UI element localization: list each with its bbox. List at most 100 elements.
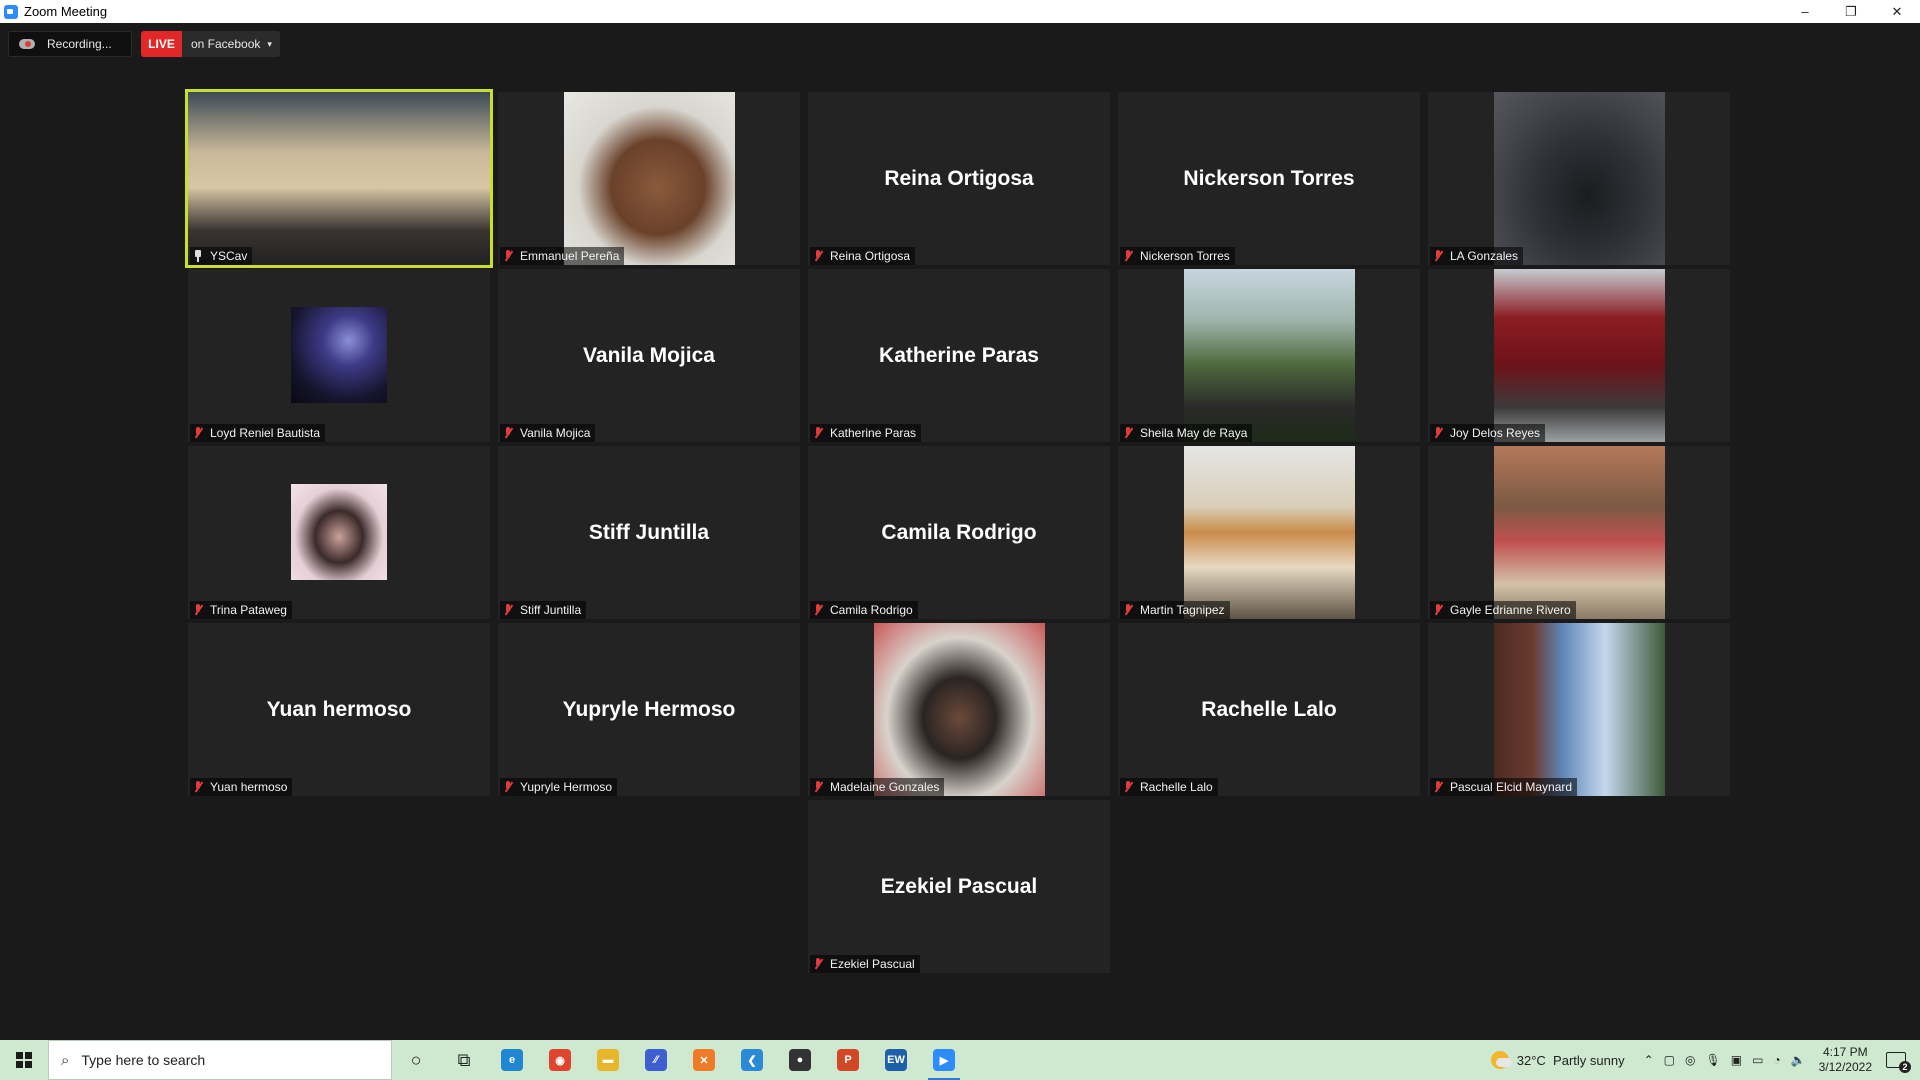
meet-icon[interactable]: ◎ bbox=[1685, 1053, 1695, 1067]
participant-name: Trina Pataweg bbox=[210, 603, 287, 617]
participant-tile[interactable]: Gayle Edrianne Rivero bbox=[1428, 446, 1730, 619]
participant-name-label: Gayle Edrianne Rivero bbox=[1430, 601, 1576, 619]
weather-widget[interactable]: 32°C Partly sunny bbox=[1490, 1051, 1625, 1069]
participant-tile[interactable]: Sheila May de Raya bbox=[1118, 269, 1420, 442]
minimize-button[interactable]: – bbox=[1782, 0, 1828, 23]
participant-tile[interactable]: LA Gonzales bbox=[1428, 92, 1730, 265]
participant-tile[interactable]: Pascual Elcid Maynard bbox=[1428, 623, 1730, 796]
notification-icon[interactable]: 2 bbox=[1886, 1052, 1911, 1073]
participant-name: Pascual Elcid Maynard bbox=[1450, 780, 1573, 794]
participant-video bbox=[1494, 623, 1665, 796]
participant-name-label: Stiff Juntilla bbox=[500, 601, 587, 619]
participant-video bbox=[1494, 269, 1665, 442]
close-button[interactable]: ✕ bbox=[1874, 0, 1920, 23]
live-target-label: on Facebook bbox=[191, 37, 261, 51]
participant-name: Gayle Edrianne Rivero bbox=[1450, 603, 1571, 617]
participant-name: Yupryle Hermoso bbox=[520, 780, 613, 794]
chevron-down-icon: ▾ bbox=[267, 38, 272, 49]
wifi-icon[interactable]: ◔ bbox=[1773, 1053, 1780, 1067]
participant-tile[interactable]: Ezekiel Pascual Ezekiel Pascual bbox=[808, 800, 1110, 973]
participant-tile[interactable]: Nickerson Torres Nickerson Torres bbox=[1118, 92, 1420, 265]
participant-tile[interactable]: Martin Tagnipez bbox=[1118, 446, 1420, 619]
volume-icon[interactable]: 🔈 bbox=[1791, 1053, 1806, 1067]
edge-icon: e bbox=[501, 1049, 523, 1071]
participant-tile[interactable]: Yupryle Hermoso Yupryle Hermoso bbox=[498, 623, 800, 796]
microphone-muted-icon bbox=[503, 250, 513, 262]
start-button[interactable] bbox=[0, 1040, 48, 1080]
microphone-muted-icon bbox=[813, 604, 823, 616]
participant-name-label: Loyd Reniel Bautista bbox=[190, 424, 326, 442]
participant-name: Madelaine Gonzales bbox=[830, 780, 940, 794]
participant-name-label: Yuan hermoso bbox=[190, 778, 293, 796]
microphone-muted-icon bbox=[1123, 250, 1133, 262]
chrome-icon: ◉ bbox=[549, 1049, 571, 1071]
participant-display-name: Nickerson Torres bbox=[1183, 166, 1355, 190]
participant-tile[interactable]: Vanila Mojica Vanila Mojica bbox=[498, 269, 800, 442]
participant-name: Emmanuel Pereña bbox=[520, 249, 620, 263]
weather-desc: Partly sunny bbox=[1553, 1052, 1625, 1068]
taskbar-chrome[interactable]: ◉ bbox=[536, 1040, 584, 1080]
taskbar-powerpoint[interactable]: P bbox=[824, 1040, 872, 1080]
microphone-muted-icon bbox=[813, 427, 823, 439]
display-icon[interactable]: ▣ bbox=[1731, 1053, 1742, 1067]
taskbar-edge[interactable]: e bbox=[488, 1040, 536, 1080]
participant-tile[interactable]: YSCav bbox=[185, 89, 493, 268]
participant-name: Loyd Reniel Bautista bbox=[210, 426, 321, 440]
participant-name-label: Rachelle Lalo bbox=[1120, 778, 1218, 796]
participant-display-name: Katherine Paras bbox=[879, 343, 1039, 367]
restore-button[interactable]: ❐ bbox=[1828, 0, 1874, 23]
participant-name: YSCav bbox=[210, 249, 248, 263]
participant-tile[interactable]: Rachelle Lalo Rachelle Lalo bbox=[1118, 623, 1420, 796]
participant-display-name: Vanila Mojica bbox=[583, 343, 715, 367]
participant-tile[interactable]: Stiff Juntilla Stiff Juntilla bbox=[498, 446, 800, 619]
participant-name-label: Trina Pataweg bbox=[190, 601, 292, 619]
taskbar-xampp[interactable]: ✕ bbox=[680, 1040, 728, 1080]
xampp-icon: ✕ bbox=[693, 1049, 715, 1071]
clock-time: 4:17 PM bbox=[1822, 1045, 1868, 1059]
live-stream-button[interactable]: LIVE on Facebook ▾ bbox=[141, 31, 280, 57]
microphone-muted-icon bbox=[503, 604, 513, 616]
participant-name-label: Reina Ortigosa bbox=[810, 247, 916, 265]
participant-tile[interactable]: Yuan hermoso Yuan hermoso bbox=[188, 623, 490, 796]
microphone-muted-icon bbox=[503, 427, 513, 439]
participant-name-label: Nickerson Torres bbox=[1120, 247, 1235, 265]
device-icon[interactable]: ▢ bbox=[1664, 1053, 1675, 1067]
taskbar-cortana[interactable]: ○ bbox=[392, 1040, 440, 1080]
easyworship-icon: EW bbox=[885, 1049, 907, 1071]
taskbar-file-explorer[interactable]: ▬ bbox=[584, 1040, 632, 1080]
participant-tile[interactable]: Madelaine Gonzales bbox=[808, 623, 1110, 796]
participant-tile[interactable]: Loyd Reniel Bautista bbox=[188, 269, 490, 442]
participant-tile[interactable]: Reina Ortigosa Reina Ortigosa bbox=[808, 92, 1110, 265]
microphone-icon[interactable]: 🎙 bbox=[1705, 1053, 1720, 1067]
participant-video bbox=[564, 92, 735, 265]
taskbar-easyworship[interactable]: EW bbox=[872, 1040, 920, 1080]
taskbar-visual-app[interactable]: ⁄⁄ bbox=[632, 1040, 680, 1080]
cloud-recording-icon bbox=[19, 39, 35, 49]
microphone-muted-icon bbox=[1433, 427, 1443, 439]
participant-name: Sheila May de Raya bbox=[1140, 426, 1248, 440]
participant-name: Katherine Paras bbox=[830, 426, 917, 440]
clock[interactable]: 4:17 PM 3/12/2022 bbox=[1819, 1045, 1872, 1075]
taskbar-obs[interactable]: ● bbox=[776, 1040, 824, 1080]
taskbar-task-view[interactable]: ⧉ bbox=[440, 1040, 488, 1080]
microphone-muted-icon bbox=[1123, 427, 1133, 439]
chevron-up-icon[interactable]: ⌃ bbox=[1644, 1053, 1654, 1067]
participant-tile[interactable]: Emmanuel Pereña bbox=[498, 92, 800, 265]
participant-tile[interactable]: Trina Pataweg bbox=[188, 446, 490, 619]
taskbar-zoom[interactable]: ▶ bbox=[920, 1040, 968, 1080]
participant-name-label: Yupryle Hermoso bbox=[500, 778, 618, 796]
battery-icon[interactable]: ▭ bbox=[1752, 1053, 1763, 1067]
participant-tile[interactable]: Katherine Paras Katherine Paras bbox=[808, 269, 1110, 442]
participant-tile[interactable]: Camila Rodrigo Camila Rodrigo bbox=[808, 446, 1110, 619]
participant-video bbox=[188, 92, 490, 265]
taskbar-search[interactable]: ⌕ Type here to search bbox=[48, 1040, 392, 1080]
microphone-muted-icon bbox=[1433, 781, 1443, 793]
participant-display-name: Reina Ortigosa bbox=[884, 166, 1034, 190]
participant-tile[interactable]: Joy Delos Reyes bbox=[1428, 269, 1730, 442]
powerpoint-icon: P bbox=[837, 1049, 859, 1071]
taskbar-vscode[interactable]: ❮ bbox=[728, 1040, 776, 1080]
participant-display-name: Yuan hermoso bbox=[266, 697, 412, 721]
microphone-muted-icon bbox=[193, 781, 203, 793]
search-placeholder: Type here to search bbox=[81, 1052, 206, 1068]
recording-indicator[interactable]: Recording... bbox=[8, 31, 132, 57]
